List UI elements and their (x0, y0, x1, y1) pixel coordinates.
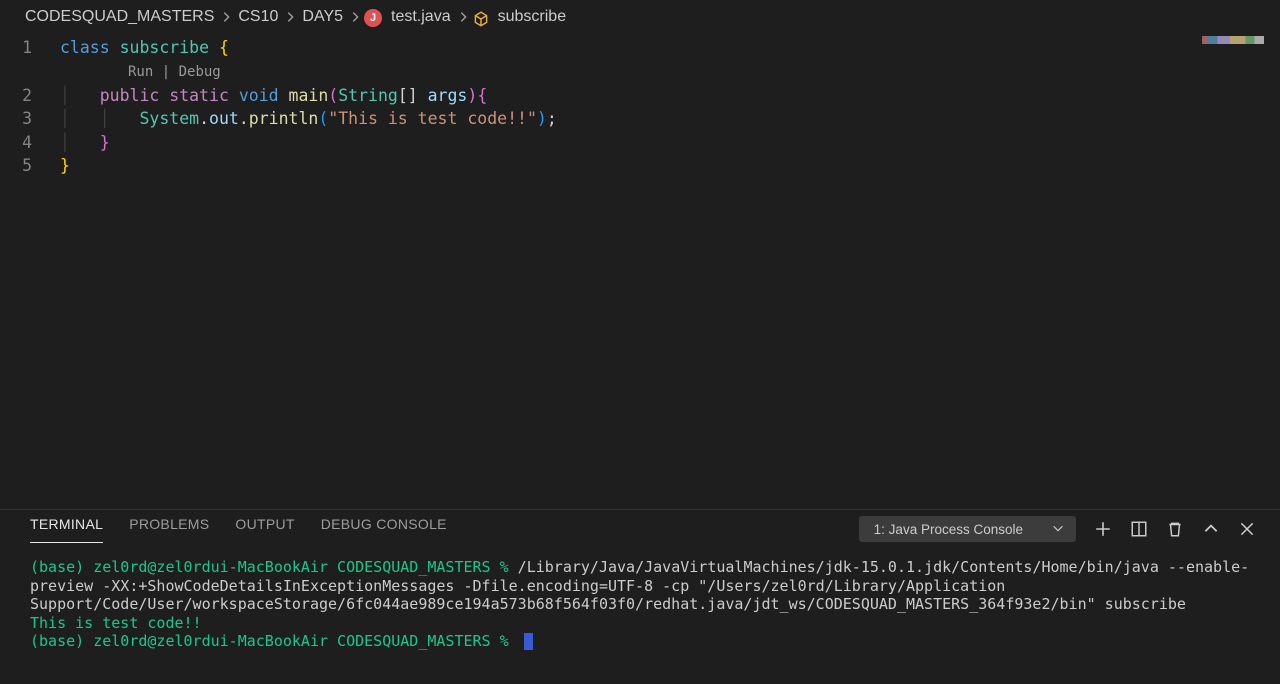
tab-output[interactable]: OUTPUT (235, 516, 294, 542)
chevron-down-icon (1051, 521, 1065, 538)
bottom-panel: TERMINAL PROBLEMS OUTPUT DEBUG CONSOLE 1… (0, 509, 1280, 684)
chevron-right-icon (456, 10, 470, 27)
kill-terminal-icon[interactable] (1166, 520, 1184, 538)
line-number: 4 (0, 131, 60, 155)
maximize-panel-icon[interactable] (1202, 520, 1220, 538)
terminal-stdout: This is test code!! (30, 614, 202, 632)
line-number: 1 (0, 36, 60, 60)
close-panel-icon[interactable] (1238, 520, 1256, 538)
tab-debug-console[interactable]: DEBUG CONSOLE (321, 516, 447, 542)
codelens-run[interactable]: Run (128, 64, 153, 80)
breadcrumb-item[interactable]: CS10 (238, 8, 278, 26)
minimap[interactable] (1202, 36, 1264, 44)
breadcrumb: CODESQUAD_MASTERS CS10 DAY5 J test.java … (0, 0, 1280, 34)
breadcrumb-item-symbol[interactable]: subscribe (498, 8, 566, 26)
method-icon (472, 10, 490, 28)
tab-terminal[interactable]: TERMINAL (30, 516, 103, 543)
terminal-output[interactable]: (base) zel0rd@zel0rdui-MacBookAir CODESQ… (0, 548, 1280, 651)
terminal-cursor (524, 633, 533, 650)
chevron-right-icon (283, 10, 297, 27)
split-terminal-icon[interactable] (1130, 520, 1148, 538)
line-number: 2 (0, 84, 60, 108)
java-file-icon: J (364, 9, 382, 27)
breadcrumb-item[interactable]: DAY5 (302, 8, 343, 26)
code-editor[interactable]: 1 class subscribe { Run | Debug 2 │ publ… (0, 34, 1280, 178)
chevron-right-icon (219, 10, 233, 27)
terminal-prompt: (base) zel0rd@zel0rdui-MacBookAir CODESQ… (30, 632, 518, 650)
chevron-right-icon (348, 10, 362, 27)
line-number: 3 (0, 107, 60, 131)
terminal-selector-label: 1: Java Process Console (874, 522, 1023, 537)
breadcrumb-item[interactable]: CODESQUAD_MASTERS (25, 8, 214, 26)
codelens: Run | Debug (0, 60, 1280, 84)
terminal-selector[interactable]: 1: Java Process Console (859, 516, 1076, 542)
breadcrumb-item-file[interactable]: test.java (391, 8, 451, 26)
new-terminal-icon[interactable] (1094, 520, 1112, 538)
tab-problems[interactable]: PROBLEMS (129, 516, 209, 542)
codelens-debug[interactable]: Debug (179, 64, 221, 80)
line-number: 5 (0, 154, 60, 178)
terminal-prompt: (base) zel0rd@zel0rdui-MacBookAir CODESQ… (30, 558, 518, 576)
